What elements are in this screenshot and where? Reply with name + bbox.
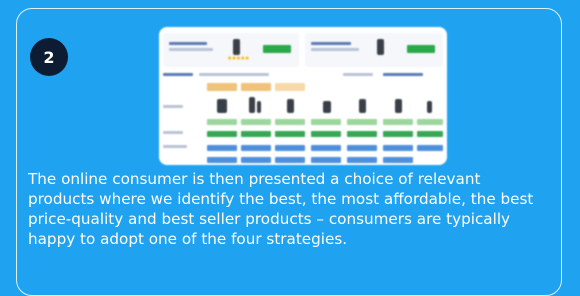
step-number-badge: 2: [30, 38, 68, 76]
featured-product-banner: [305, 33, 443, 67]
featured-product-banner: ★★★★★: [163, 33, 299, 67]
step-description: The online consumer is then presented a …: [28, 170, 534, 248]
comparison-toolbar: [163, 71, 443, 79]
product-comparison-screenshot: ★★★★★: [159, 27, 447, 165]
step-number: 2: [43, 47, 55, 67]
